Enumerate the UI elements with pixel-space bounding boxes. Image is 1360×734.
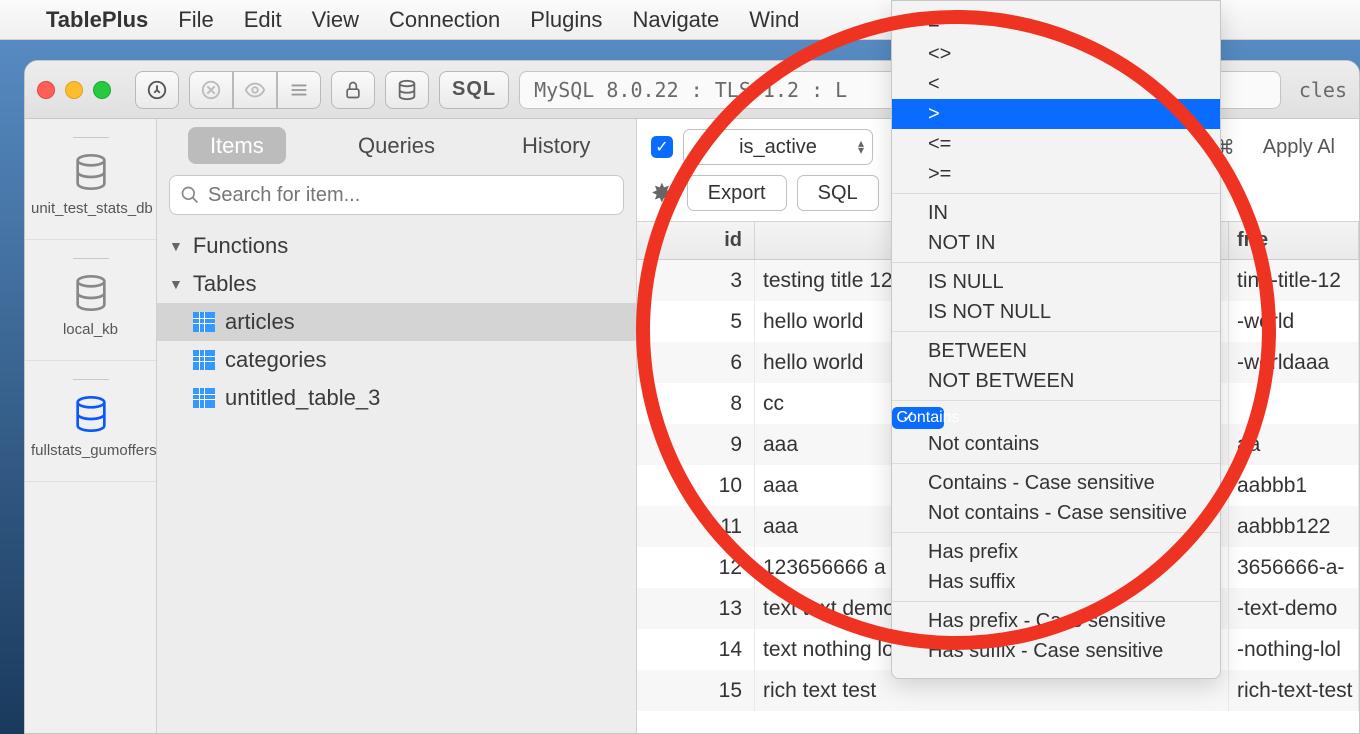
cell-id: 6 [637, 342, 755, 383]
operator-option[interactable]: <= [892, 129, 1220, 159]
tab-queries[interactable]: Queries [317, 133, 477, 159]
col-friendly-url[interactable]: frie [1229, 222, 1359, 259]
col-id[interactable]: id [637, 222, 755, 259]
rail-label: unit_test_stats_db [31, 200, 150, 217]
menu-plugins[interactable]: Plugins [530, 7, 602, 33]
operator-dropdown[interactable]: =<><><=>=INNOT INIS NULLIS NOT NULLBETWE… [891, 0, 1221, 679]
operator-option[interactable]: IN [892, 198, 1220, 228]
operator-option[interactable]: Contains [892, 407, 944, 429]
cell-id: 5 [637, 301, 755, 342]
apply-all-button[interactable]: Apply Al [1253, 132, 1345, 163]
operator-option[interactable]: Not contains - Case sensitive [892, 498, 1220, 528]
cell-id: 12 [637, 547, 755, 588]
sql-view-button[interactable]: SQL [797, 175, 879, 211]
tables-folder[interactable]: Tables [157, 265, 636, 303]
cell-id: 3 [637, 260, 755, 301]
cell-friendly-url: aabbb122 [1229, 506, 1359, 547]
operator-option[interactable]: = [892, 9, 1220, 39]
table-icon [193, 350, 215, 370]
rail-label: fullstats_gumoffers [31, 442, 150, 459]
operator-option[interactable]: IS NULL [892, 267, 1220, 297]
cell-id: 8 [637, 383, 755, 424]
table-icon [193, 388, 215, 408]
operator-option[interactable]: Has prefix - Case sensitive [892, 606, 1220, 636]
operator-option[interactable]: Has suffix - Case sensitive [892, 636, 1220, 666]
sidebar-search[interactable] [169, 175, 624, 215]
menu-view[interactable]: View [312, 7, 359, 33]
operator-option[interactable]: > [892, 99, 1220, 129]
cell-friendly-url: -nothing-lol [1229, 629, 1359, 670]
cell-friendly-url: -worldaaa [1229, 342, 1359, 383]
stop-button[interactable] [189, 71, 233, 109]
operator-option[interactable]: BETWEEN [892, 336, 1220, 366]
table-icon [193, 312, 215, 332]
breadcrumb-tail: cles [1291, 78, 1347, 102]
cell-id: 13 [637, 588, 755, 629]
menu-navigate[interactable]: Navigate [632, 7, 719, 33]
tab-items[interactable]: Items [157, 133, 317, 159]
cell-friendly-url: -world [1229, 301, 1359, 342]
cell-id: 11 [637, 506, 755, 547]
cell-friendly-url: ting-title-12 [1229, 260, 1359, 301]
cell-friendly-url: aa [1229, 424, 1359, 465]
sidebar-tabs: Items Queries History [157, 119, 636, 173]
preview-button[interactable] [233, 71, 277, 109]
cell-id: 10 [637, 465, 755, 506]
cell-id: 9 [637, 424, 755, 465]
operator-option[interactable]: Has suffix [892, 567, 1220, 597]
search-icon [180, 185, 200, 205]
menu-window[interactable]: Wind [749, 7, 799, 33]
table-categories[interactable]: categories [157, 341, 636, 379]
rail-connection-2[interactable]: fullstats_gumoffers [25, 361, 156, 482]
operator-option[interactable]: Not contains [892, 429, 1220, 459]
export-button[interactable]: Export [687, 175, 787, 211]
search-input[interactable] [208, 184, 613, 207]
app-menu[interactable]: TablePlus [46, 7, 148, 33]
filter-column-select[interactable]: is_active ▴▾ [683, 129, 873, 165]
cell-friendly-url [1229, 383, 1359, 424]
window-controls [37, 81, 111, 99]
operator-option[interactable]: NOT BETWEEN [892, 366, 1220, 396]
operator-option[interactable]: >= [892, 159, 1220, 189]
rail-connection-0[interactable]: unit_test_stats_db [25, 119, 156, 240]
sql-button[interactable]: SQL [439, 71, 509, 109]
cell-friendly-url: aabbb1 [1229, 465, 1359, 506]
rail-connection-1[interactable]: local_kb [25, 240, 156, 361]
table-untitled[interactable]: untitled_table_3 [157, 379, 636, 417]
menu-file[interactable]: File [178, 7, 213, 33]
tab-history[interactable]: History [476, 133, 636, 159]
gear-icon[interactable]: ✸ [651, 178, 673, 209]
cell-friendly-url: -text-demo [1229, 588, 1359, 629]
structure-button[interactable] [277, 71, 321, 109]
operator-option[interactable]: IS NOT NULL [892, 297, 1220, 327]
connection-rail: unit_test_stats_db local_kb fullstats_gu… [25, 119, 157, 733]
close-button[interactable] [37, 81, 55, 99]
operator-option[interactable]: NOT IN [892, 228, 1220, 258]
operator-option[interactable]: <> [892, 39, 1220, 69]
minimize-button[interactable] [65, 81, 83, 99]
operator-option[interactable]: Contains - Case sensitive [892, 468, 1220, 498]
menu-edit[interactable]: Edit [244, 7, 282, 33]
operator-option[interactable]: < [892, 69, 1220, 99]
zoom-button[interactable] [93, 81, 111, 99]
filter-enabled-checkbox[interactable]: ✓ [651, 136, 673, 158]
sidebar: Items Queries History Functions Tables a… [157, 119, 637, 733]
lock-button[interactable] [331, 71, 375, 109]
functions-folder[interactable]: Functions [157, 227, 636, 265]
cell-id: 14 [637, 629, 755, 670]
menu-connection[interactable]: Connection [389, 7, 500, 33]
cell-friendly-url: 3656666-a- [1229, 547, 1359, 588]
connect-button[interactable] [135, 71, 179, 109]
operator-option[interactable]: Has prefix [892, 537, 1220, 567]
chevron-updown-icon: ▴▾ [858, 140, 864, 154]
table-articles[interactable]: articles [157, 303, 636, 341]
schema-tree: Functions Tables articles categories unt… [157, 227, 636, 417]
database-button[interactable] [385, 71, 429, 109]
cell-friendly-url: rich-text-test [1229, 670, 1359, 711]
rail-label: local_kb [31, 321, 150, 338]
cell-id: 15 [637, 670, 755, 711]
